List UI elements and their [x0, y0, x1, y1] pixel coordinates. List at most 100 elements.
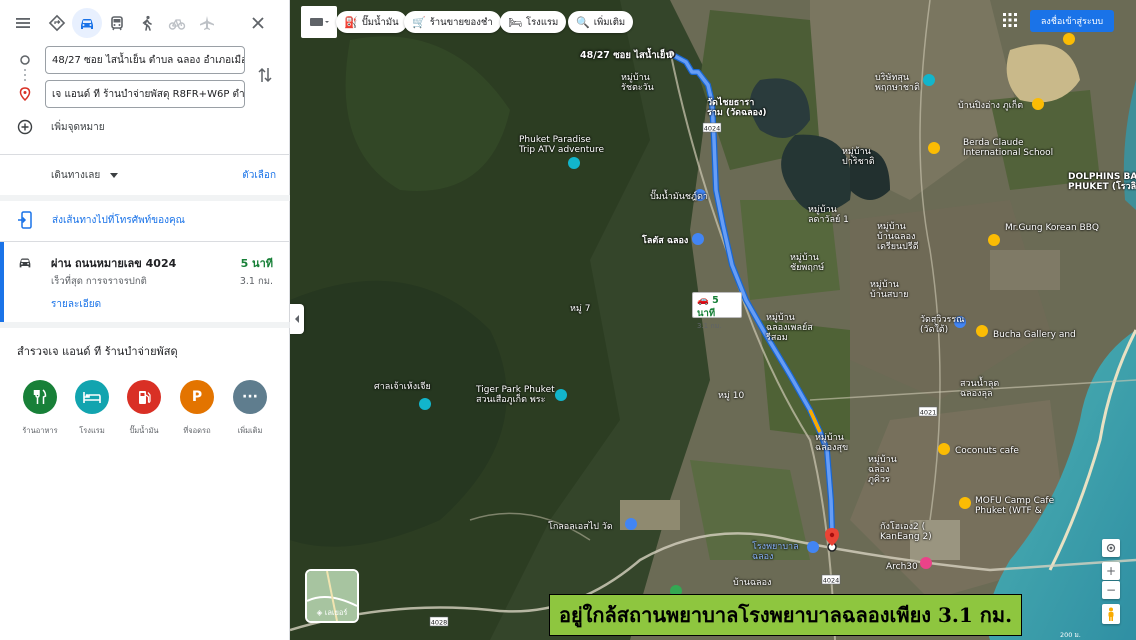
swap-icon[interactable] [257, 66, 273, 84]
chip-more[interactable]: 🔍 เพิ่มเติม [568, 11, 634, 33]
poi-restaurant-icon[interactable] [988, 234, 1000, 246]
route-details-link[interactable]: รายละเอียด [51, 297, 101, 312]
origin-input[interactable]: 48/27 ซอย ไสน้ำเย็น ตำบล ฉลอง อำเภอเมือง [45, 46, 245, 74]
category-label: ที่จอดรถ [183, 426, 211, 435]
route-subtitle: เร็วที่สุด การจราจรปกติ [51, 276, 147, 287]
category-hotels[interactable]: โรงแรม [67, 380, 117, 437]
poi-cafe-icon[interactable] [959, 497, 971, 509]
location-target-icon [1106, 543, 1116, 553]
zoom-in-button[interactable]: + [1102, 562, 1120, 580]
route-option[interactable]: ผ่าน ถนนหมายเลข 4024 เร็วที่สุด การจราจร… [0, 242, 290, 322]
map-label: หมู่บ้าน บ้านฉลอง เดรียนปรีดี [877, 222, 919, 252]
map-label: หมู่บ้าน ชัยพฤกษ์ [790, 253, 825, 273]
map-label: หมู่บ้าน รัชตะวัน [621, 73, 654, 93]
car-icon[interactable] [72, 8, 102, 38]
chip-gas[interactable]: ⛽ ปั๊มน้ำมัน [336, 11, 407, 33]
poi-icon[interactable] [923, 74, 935, 86]
map-label: Tiger Park Phuket สวนเสือภูเก็ต พระ [476, 385, 555, 405]
poi-icon[interactable] [1032, 98, 1044, 110]
map-label: บริษัทสุน พฤกษาชาติ [875, 73, 920, 93]
section-divider [0, 322, 290, 328]
my-location-button[interactable] [1102, 539, 1120, 557]
category-gas[interactable]: ปั๊มน้ำมัน [119, 380, 169, 437]
add-circle-icon [17, 119, 33, 135]
street-view-pegman[interactable] [1102, 604, 1120, 624]
collapse-panel-button[interactable] [290, 304, 304, 334]
leave-now-dropdown[interactable]: เดินทางเลย [51, 168, 119, 183]
poi-hospital-icon[interactable] [807, 541, 819, 553]
best-route-icon[interactable] [42, 8, 72, 38]
menu-icon[interactable] [8, 8, 38, 38]
map-label: กังโฮเอง2 (KanEang 2) [880, 522, 932, 542]
bed-icon: 🛏 [508, 15, 522, 29]
options-button[interactable]: ตัวเลือก [242, 168, 276, 183]
road-shield-4028: 4028 [431, 619, 448, 627]
poi-icon[interactable] [625, 518, 637, 530]
add-destination-label: เพิ่มจุดหมาย [51, 121, 105, 133]
route-eta-callout[interactable]: 🚗 5 นาที 3.1 กม. [692, 292, 742, 330]
leave-now-label: เดินทางเลย [51, 170, 101, 181]
promo-caption: อยู่ใกล้สถานพยาบาลโรงพยาบาลฉลองเพียง 3.1… [549, 594, 1022, 636]
category-label: ร้านอาหาร [22, 426, 58, 435]
map-label: Berda Claude International School [963, 138, 1054, 158]
map-label: หมู่ 10 [718, 391, 745, 401]
map-label: ศาลเจ้าเห้งเจีย [374, 382, 431, 392]
divider [0, 154, 290, 155]
fork-knife-icon [23, 380, 57, 414]
poi-cafe-icon[interactable] [938, 443, 950, 455]
layers-button[interactable]: ◈ เลเยอร์ [305, 569, 359, 623]
send-to-phone-label: ส่งเส้นทางไปที่โทรศัพท์ของคุณ [52, 214, 185, 226]
destination-pin-icon [19, 87, 31, 101]
caret-down-icon [110, 173, 119, 178]
poi-icon[interactable] [1063, 33, 1075, 45]
send-phone-icon [18, 211, 32, 229]
apps-grid-icon[interactable] [1002, 12, 1018, 28]
chip-hotels[interactable]: 🛏 โรงแรม [500, 11, 567, 33]
send-to-phone-button[interactable]: ส่งเส้นทางไปที่โทรศัพท์ของคุณ [17, 211, 185, 229]
poi-temple-icon[interactable] [419, 398, 431, 410]
map-label: หมู่ 7 [570, 304, 591, 314]
plus-icon: + [1105, 564, 1117, 578]
map-label: หมู่บ้าน ฉลอง ภูคิวร [868, 455, 897, 485]
map-label: หมู่บ้าน ลดาวัลย์ 1 [808, 205, 849, 225]
map-label: Arch30 [886, 562, 918, 572]
map-label: บ้านปิงอ่าง ภูเก็ต [958, 101, 1024, 111]
gas-icon: ⛽ [344, 15, 358, 29]
category-more[interactable]: ··· เพิ่มเติม [225, 380, 275, 437]
section-divider [0, 195, 290, 201]
map-label: MOFU Camp Cafe Phuket (WTF & [975, 496, 1055, 516]
chip-grocery[interactable]: 🛒 ร้านขายของชำ [404, 11, 501, 33]
category-label: โรงแรม [79, 426, 105, 435]
selected-route-indicator [0, 242, 4, 322]
poi-zoo-icon[interactable] [555, 389, 567, 401]
poi-attraction-icon[interactable] [568, 157, 580, 169]
flight-icon[interactable] [192, 8, 222, 38]
poi-shopping-icon[interactable] [692, 233, 704, 245]
category-label: เพิ่มเติม [237, 426, 263, 435]
minus-icon: − [1105, 583, 1117, 597]
walk-icon[interactable] [132, 8, 162, 38]
map-label: Coconuts cafe [955, 446, 1019, 456]
transit-icon[interactable] [102, 8, 132, 38]
zoom-out-button[interactable]: − [1102, 581, 1120, 599]
poi-gallery-icon[interactable] [976, 325, 988, 337]
cart-icon: 🛒 [412, 15, 426, 29]
map-label: วัดสุวิวรรณ (วัดใต้) [920, 315, 965, 335]
map-label: บ้านฉลอง [733, 578, 772, 588]
add-destination-button[interactable]: เพิ่มจุดหมาย [17, 119, 105, 135]
close-directions-button[interactable] [243, 8, 273, 38]
poi-school-icon[interactable] [928, 142, 940, 154]
sign-in-button[interactable]: ลงชื่อเข้าสู่ระบบ [1030, 10, 1114, 32]
destination-input[interactable]: เจ แอนด์ ที ร้านบำจ่ายพัสดุ R8FR+W6P ตำบ… [45, 80, 245, 108]
origin-circle-icon [20, 55, 30, 65]
route-time: 5 นาที [240, 257, 273, 270]
map-label: Bucha Gallery and [993, 330, 1076, 340]
poi-icon[interactable] [920, 557, 932, 569]
map-type-toggle[interactable] [301, 6, 337, 38]
bike-icon[interactable] [162, 8, 192, 38]
map-label: หมู่บ้าน ฉลองเพลย์ส รีสอม [766, 313, 813, 343]
category-restaurants[interactable]: ร้านอาหาร [15, 380, 65, 437]
category-parking[interactable]: P ที่จอดรถ [172, 380, 222, 437]
map-label: Mr.Gung Korean BBQ [1005, 223, 1099, 233]
more-icon: ··· [233, 380, 267, 414]
